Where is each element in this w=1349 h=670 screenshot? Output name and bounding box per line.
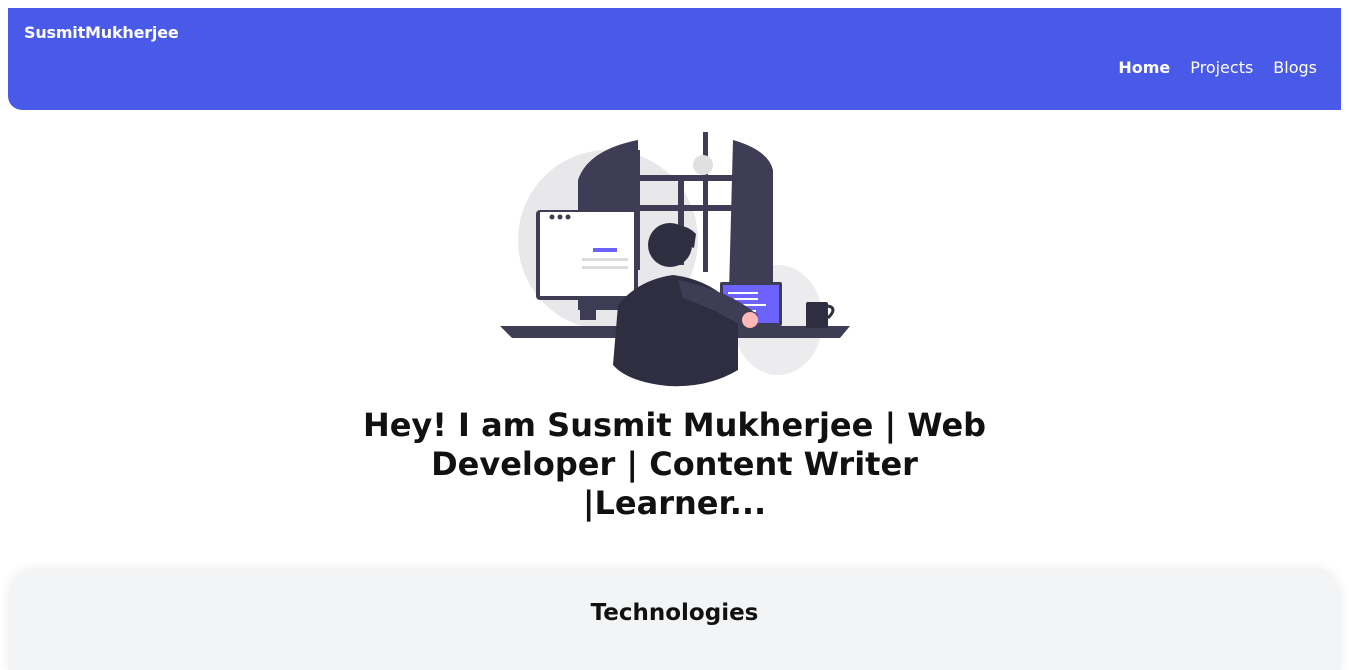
nav-link-projects[interactable]: Projects [1190,58,1253,77]
hero-heading: Hey! I am Susmit Mukherjee | Web Develop… [362,406,987,522]
technologies-title: Technologies [590,600,759,626]
navbar: SusmitMukherjee Home Projects Blogs [8,8,1341,110]
nav-link-home[interactable]: Home [1118,58,1170,77]
developer-at-desk-illustration [498,130,852,390]
brand-logo[interactable]: SusmitMukherjee [24,23,179,42]
technologies-section: Technologies [8,570,1341,670]
nav-link-blogs[interactable]: Blogs [1273,58,1317,77]
nav-links: Home Projects Blogs [1118,58,1317,77]
